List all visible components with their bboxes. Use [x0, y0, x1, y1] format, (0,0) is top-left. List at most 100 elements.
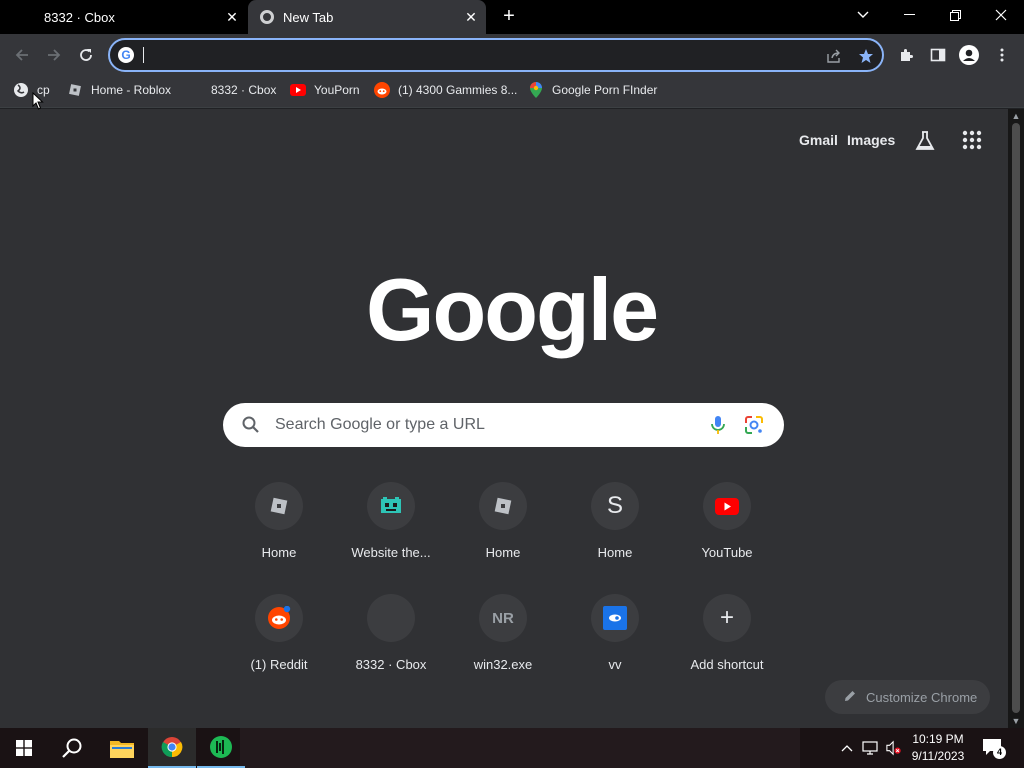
share-icon[interactable]	[824, 46, 844, 66]
new-tab-page: Gmail Images Google Home Webs	[0, 109, 1008, 728]
shortcut-label: (1) Reddit	[250, 657, 308, 672]
images-link[interactable]: Images	[847, 132, 895, 148]
title-bar: 8332 · Cbox ✕ New Tab ✕ +	[0, 0, 1024, 34]
toolbar-divider	[0, 104, 1024, 108]
forward-button[interactable]	[41, 42, 67, 68]
close-window-button[interactable]	[978, 0, 1024, 30]
bookmark-label: YouPorn	[314, 83, 360, 97]
scroll-down-arrow-icon[interactable]: ▼	[1008, 714, 1024, 728]
restore-button[interactable]	[932, 0, 978, 30]
start-button[interactable]	[0, 728, 48, 768]
bookmark-cbox[interactable]: 8332 · Cbox	[211, 81, 276, 99]
close-tab-icon[interactable]: ✕	[462, 8, 480, 26]
bookmark-label: Home - Roblox	[91, 83, 172, 97]
tab-cbox[interactable]: 8332 · Cbox ✕	[0, 0, 246, 34]
clock-date: 9/11/2023	[911, 749, 965, 763]
shortcut-cbox[interactable]: 8332 · Cbox	[335, 594, 447, 706]
reload-button[interactable]	[73, 42, 99, 68]
close-tab-icon[interactable]: ✕	[223, 8, 241, 26]
new-tab-button[interactable]: +	[499, 6, 519, 26]
shortcut-home-roblox-1[interactable]: Home	[223, 482, 335, 594]
bookmark-home-roblox[interactable]: Home - Roblox	[67, 81, 171, 99]
shortcut-label: Home	[261, 545, 297, 560]
shortcut-label: Home	[485, 545, 521, 560]
shortcut-reddit[interactable]: (1) Reddit	[223, 594, 335, 706]
bookmark-reddit[interactable]: (1) 4300 Gammies 8...	[374, 81, 517, 99]
shortcut-website[interactable]: Website the...	[335, 482, 447, 594]
microphone-icon[interactable]	[707, 414, 729, 436]
customize-label: Customize Chrome	[866, 690, 978, 705]
blue-app-icon	[591, 594, 639, 642]
shortcut-vv[interactable]: vv	[559, 594, 671, 706]
tab-title: New Tab	[283, 9, 334, 25]
customize-chrome-button[interactable]: Customize Chrome	[825, 680, 990, 714]
notification-center-icon[interactable]: 4	[982, 738, 1006, 759]
shortcut-label: Home	[597, 545, 633, 560]
file-explorer-icon[interactable]	[98, 728, 146, 768]
extensions-puzzle-icon[interactable]	[896, 45, 916, 65]
letters-nr-icon: NR	[479, 594, 527, 642]
roblox-icon	[255, 482, 303, 530]
maps-pin-icon	[528, 82, 544, 98]
shortcut-youtube[interactable]: YouTube	[671, 482, 783, 594]
address-input[interactable]	[142, 45, 782, 65]
address-bar[interactable]: G	[108, 38, 884, 72]
google-logo: Google	[366, 260, 659, 359]
volume-muted-icon[interactable]	[886, 740, 902, 756]
roblox-icon	[67, 82, 83, 98]
tab-new-tab[interactable]: New Tab ✕	[248, 0, 486, 34]
more-menu-icon[interactable]	[992, 45, 1012, 65]
bookmark-google-finder[interactable]: Google Porn FInder	[528, 81, 657, 99]
labs-flask-icon[interactable]	[914, 130, 936, 152]
letters-nr-text: NR	[492, 609, 514, 627]
side-panel-icon[interactable]	[928, 45, 948, 65]
windows-taskbar: 10:19 PM 9/11/2023 4	[0, 728, 1024, 768]
vertical-scrollbar[interactable]: ▲ ▼	[1008, 109, 1024, 728]
scrollbar-thumb[interactable]	[1012, 123, 1020, 713]
google-g-icon: G	[118, 47, 134, 63]
green-app-taskbar-icon[interactable]	[197, 728, 245, 768]
bookmark-star-icon[interactable]	[856, 46, 876, 66]
search-input[interactable]	[275, 413, 695, 437]
taskbar-search-icon[interactable]	[48, 728, 96, 768]
system-clock[interactable]: 10:19 PM 9/11/2023	[906, 731, 970, 765]
gmail-link[interactable]: Gmail	[799, 132, 838, 148]
add-shortcut-button[interactable]: + Add shortcut	[671, 594, 783, 706]
google-lens-icon[interactable]	[743, 414, 765, 436]
pencil-icon	[843, 689, 857, 703]
google-apps-grid-icon[interactable]	[962, 130, 984, 152]
bookmark-label: (1) 4300 Gammies 8...	[398, 83, 518, 97]
tab-title: 8332 · Cbox	[44, 9, 115, 25]
shortcut-label: win32.exe	[473, 657, 533, 672]
reddit-icon	[255, 594, 303, 642]
bookmark-youporn[interactable]: YouPorn	[290, 81, 360, 99]
shortcut-label: 8332 · Cbox	[355, 657, 427, 672]
shortcut-label: Add shortcut	[690, 657, 764, 672]
scroll-up-arrow-icon[interactable]: ▲	[1008, 109, 1024, 123]
show-hidden-icons-chevron-icon[interactable]	[839, 740, 855, 756]
clock-time: 10:19 PM	[912, 732, 964, 746]
globe-icon	[13, 82, 29, 98]
shortcut-home-s[interactable]: S Home	[559, 482, 671, 594]
browser-toolbar: G	[0, 34, 1024, 76]
notification-count-badge: 4	[993, 746, 1006, 759]
blank-icon	[367, 594, 415, 642]
bookmark-label: 8332 · Cbox	[211, 83, 277, 97]
chrome-taskbar-icon[interactable]	[148, 728, 196, 768]
plus-icon: +	[703, 594, 751, 642]
bookmarks-bar: cp Home - Roblox 8332 · Cbox YouPorn (1)…	[0, 76, 1024, 104]
youtube-icon	[703, 482, 751, 530]
network-icon[interactable]	[862, 740, 878, 756]
back-button[interactable]	[9, 42, 35, 68]
profile-avatar-icon[interactable]	[959, 45, 979, 65]
shortcut-win32[interactable]: NR win32.exe	[447, 594, 559, 706]
mouse-cursor-icon	[32, 91, 44, 110]
tab-search-chevron-icon[interactable]	[840, 0, 886, 30]
letter-s-icon: S	[591, 482, 639, 530]
plus-text: +	[719, 604, 734, 631]
minimize-button[interactable]	[886, 0, 932, 30]
search-box[interactable]	[223, 403, 784, 447]
bookmark-label: Google Porn FInder	[552, 83, 658, 97]
roblox-icon	[479, 482, 527, 530]
shortcut-home-roblox-2[interactable]: Home	[447, 482, 559, 594]
